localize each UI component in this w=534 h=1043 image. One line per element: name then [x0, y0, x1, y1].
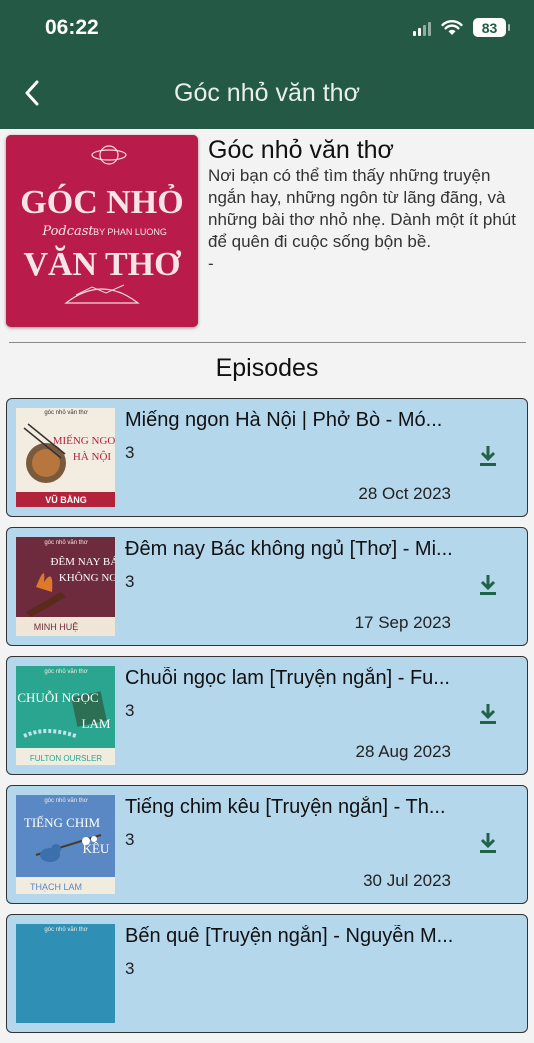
cover-line1: GÓC NHỎ [20, 183, 183, 221]
episode-number: 3 [125, 572, 135, 591]
download-button[interactable] [477, 831, 499, 855]
episode-artwork: góc nhỏ văn thơ ĐÊM NAY BÁC KHÔNG NGỦ MI… [16, 537, 115, 636]
cellular-signal-icon [413, 20, 431, 36]
episode-list: góc nhỏ văn thơ MIẾNG NGON HÀ NỘI VŨ BẰN… [6, 398, 528, 1043]
episode-number: 3 [125, 443, 135, 462]
svg-text:CHUỖI NGỌC: CHUỖI NGỌC [17, 690, 98, 705]
episode-date: 30 Jul 2023 [363, 871, 451, 890]
svg-text:FULTON OURSLER: FULTON OURSLER [30, 754, 102, 763]
podcast-description-dash: - [208, 254, 214, 273]
svg-text:góc nhỏ văn thơ: góc nhỏ văn thơ [44, 797, 87, 804]
episode-card[interactable]: góc nhỏ văn thơ Bến quê [Truyện ngắn] - … [6, 914, 528, 1033]
svg-text:ĐÊM NAY BÁC: ĐÊM NAY BÁC [51, 556, 115, 568]
status-time: 06:22 [45, 16, 99, 39]
podcast-description-text: Nơi bạn có thể tìm thấy những truyện ngắ… [208, 166, 516, 251]
podcast-description: Nơi bạn có thể tìm thấy những truyện ngắ… [208, 165, 523, 275]
page-title: Góc nhỏ văn thơ [174, 79, 360, 107]
svg-text:MIẾNG NGON: MIẾNG NGON [53, 434, 115, 447]
download-icon [480, 575, 496, 595]
svg-text:TIẾNG CHIM: TIẾNG CHIM [24, 815, 101, 830]
cover-podcast-word: Podcast [41, 224, 94, 239]
divider [9, 342, 526, 343]
episode-title: Bến quê [Truyện ngắn] - Nguyễn M... [125, 925, 454, 947]
episode-artwork: góc nhỏ văn thơ MIẾNG NGON HÀ NỘI VŨ BẰN… [16, 408, 115, 507]
status-icons: 83 [413, 18, 510, 37]
svg-text:HÀ NỘI: HÀ NỘI [73, 451, 112, 463]
episode-date: 17 Sep 2023 [354, 613, 451, 632]
episode-date: 28 Aug 2023 [355, 742, 451, 761]
episode-card[interactable]: góc nhỏ văn thơ CHUỖI NGỌC LAM FULTON OU… [6, 656, 528, 775]
episode-title: Chuỗi ngọc lam [Truyện ngắn] - Fu... [125, 667, 450, 689]
episode-card[interactable]: góc nhỏ văn thơ ĐÊM NAY BÁC KHÔNG NGỦ MI… [6, 527, 528, 646]
download-button[interactable] [477, 702, 499, 726]
battery-indicator: 83 [473, 18, 510, 37]
svg-text:MINH HUỆ: MINH HUỆ [34, 622, 79, 632]
svg-text:VŨ BẰNG: VŨ BẰNG [45, 495, 87, 505]
episode-artwork: góc nhỏ văn thơ CHUỖI NGỌC LAM FULTON OU… [16, 666, 115, 765]
episodes-heading: Episodes [215, 354, 319, 382]
episode-card[interactable]: góc nhỏ văn thơ MIẾNG NGON HÀ NỘI VŨ BẰN… [6, 398, 528, 517]
episode-artwork: góc nhỏ văn thơ [16, 924, 115, 1023]
episode-title: Tiếng chim kêu [Truyện ngắn] - Th... [125, 796, 446, 818]
app-header: 06:22 83 Góc nhỏ văn thơ [0, 0, 534, 129]
episode-title: Miếng ngon Hà Nội | Phở Bò - Mó... [125, 409, 443, 431]
download-icon [480, 704, 496, 724]
svg-text:góc nhỏ văn thơ: góc nhỏ văn thơ [44, 668, 87, 675]
episode-number: 3 [125, 959, 135, 978]
svg-text:KHÔNG NGỦ: KHÔNG NGỦ [59, 572, 115, 584]
episode-date: 28 Oct 2023 [358, 484, 451, 503]
episode-number: 3 [125, 701, 135, 720]
episode-number: 3 [125, 830, 135, 849]
episode-artwork: góc nhỏ văn thơ TIẾNG CHIM KÊU THẠCH LAM [16, 795, 115, 894]
wifi-icon [441, 20, 463, 35]
episode-card[interactable]: góc nhỏ văn thơ TIẾNG CHIM KÊU THẠCH LAM… [6, 785, 528, 904]
svg-text:góc nhỏ văn thơ: góc nhỏ văn thơ [44, 409, 87, 416]
download-button[interactable] [477, 444, 499, 468]
svg-text:góc nhỏ văn thơ: góc nhỏ văn thơ [44, 539, 87, 546]
download-button[interactable] [477, 573, 499, 597]
podcast-name: Góc nhỏ văn thơ [208, 136, 394, 164]
cover-line2: VĂN THƠ [23, 245, 181, 283]
svg-text:KÊU: KÊU [83, 841, 110, 856]
download-icon [480, 833, 496, 853]
svg-text:THẠCH LAM: THẠCH LAM [30, 882, 82, 892]
episode-title: Đêm nay Bác không ngủ [Thơ] - Mi... [125, 538, 453, 560]
podcast-cover: GÓC NHỎ Podcast BY PHAN LUONG VĂN THƠ [6, 135, 198, 327]
download-icon [480, 446, 496, 466]
svg-text:góc nhỏ văn thơ: góc nhỏ văn thơ [44, 926, 87, 933]
svg-text:LAM: LAM [82, 716, 111, 731]
cover-by: BY PHAN LUONG [93, 227, 167, 237]
